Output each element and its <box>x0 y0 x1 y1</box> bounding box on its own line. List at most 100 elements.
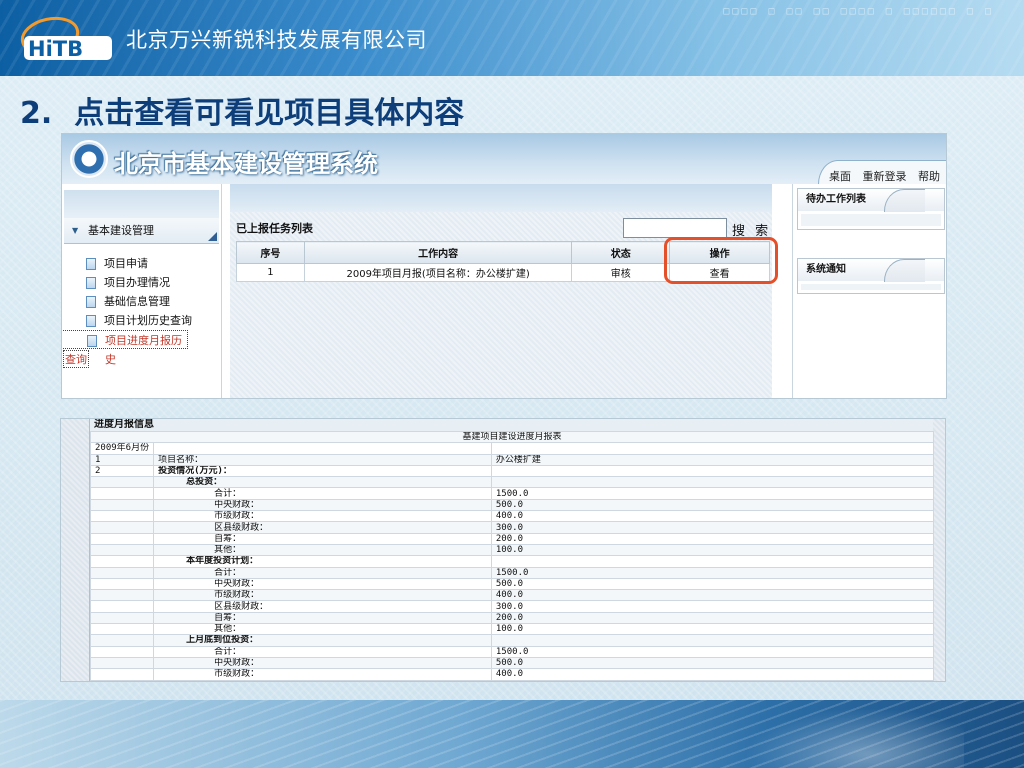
row-index-cell <box>89 589 155 602</box>
table-row: 合计： 1500.0 <box>89 566 935 579</box>
column-header-content: 工作内容 <box>303 241 573 264</box>
nav-item-wrap-text[interactable]: 查询 <box>63 350 89 368</box>
row-label: 市级财政： <box>214 511 260 522</box>
table-row: 中央财政： 500.0 <box>89 577 935 591</box>
system-header: 北京市基本建设管理系统 桌面 重新登录 帮助 <box>62 134 946 184</box>
desktop-link[interactable]: 桌面 <box>829 170 851 183</box>
table-row: 其他： 100.0 <box>89 623 935 636</box>
table-row: 市级财政： 400.0 <box>89 668 935 681</box>
nav-item-label: 项目申请 <box>104 257 148 270</box>
row-value-cell: 100.0 <box>490 623 935 636</box>
row-label-cell: 区县级财政： <box>153 600 492 613</box>
table-row: 2009年6月份 <box>89 442 935 455</box>
row-value-cell: 500.0 <box>490 498 935 512</box>
row-label: 中央财政： <box>214 579 260 589</box>
row-label: 项目名称： <box>158 454 204 465</box>
report-screenshot: 进度月报信息 基建项目建设进度月报表 2009年6月份 1 项目名称： 办公楼扩建 2 投资… <box>60 418 946 682</box>
row-label-cell: 合计： <box>153 487 492 500</box>
row-value-cell: 100.0 <box>490 543 935 557</box>
task-list-panel: 已上报任务列表 搜 索 序号 工作内容 状态 操作 1 2009年项目月报(项目… <box>230 184 772 398</box>
table-row: 中央财政： 500.0 <box>89 656 935 670</box>
heading-text: 点击查看可看见项目具体内容 <box>74 96 465 131</box>
table-row: 合计： 1500.0 <box>89 487 935 500</box>
row-label-cell <box>153 442 492 455</box>
row-index-cell <box>89 498 155 512</box>
row-value-cell <box>490 476 935 489</box>
document-icon <box>86 315 96 327</box>
relogin-link[interactable]: 重新登录 <box>863 170 907 183</box>
row-label-cell: 市级财政： <box>153 510 492 523</box>
row-label-cell: 其他： <box>153 623 492 636</box>
table-row: 2 投资情况(万元)： <box>89 464 935 478</box>
system-notice-block: 系统通知 <box>797 258 945 294</box>
row-status: 审核 <box>571 263 671 282</box>
nav-section-label: 基本建设管理 <box>88 224 154 237</box>
table-row: 其他： 100.0 <box>89 543 935 557</box>
document-icon <box>86 258 96 270</box>
svg-text:HiTB: HiTB <box>28 37 83 61</box>
row-index-cell: 2009年6月份 <box>89 442 155 455</box>
nav-item-basic-info[interactable]: 基础信息管理 <box>86 292 221 311</box>
row-label-cell: 中央财政： <box>153 577 492 591</box>
corner-triangle-icon <box>208 232 217 241</box>
row-index-cell: 1 <box>89 453 155 466</box>
nav-section-construction[interactable]: ▼ 基本建设管理 <box>64 218 219 244</box>
row-label: 自筹： <box>214 612 242 623</box>
nav-item-project-status[interactable]: 项目办理情况 <box>86 273 221 292</box>
panel-top-bar <box>230 184 772 212</box>
row-no: 1 <box>236 263 305 282</box>
highlight-annotation <box>664 237 778 284</box>
system-screenshot: 北京市基本建设管理系统 桌面 重新登录 帮助 ▼ 基本建设管理 项目申请 项目办… <box>61 133 947 399</box>
row-label: 中央财政： <box>214 658 260 669</box>
tab-system-notice[interactable]: 系统通知 <box>798 259 944 282</box>
row-label-cell: 本年度投资计划： <box>153 555 492 568</box>
nav-item-label: 项目计划历史查询 <box>104 314 192 327</box>
row-value-cell <box>490 634 935 647</box>
row-value-cell: 400.0 <box>490 589 935 602</box>
table-row: 中央财政： 500.0 <box>89 498 935 512</box>
row-label-cell: 中央财政： <box>153 656 492 670</box>
row-value-cell: 办公楼扩建 <box>490 453 935 466</box>
row-label-cell: 区县级财政： <box>153 521 492 534</box>
search-input[interactable] <box>623 218 727 238</box>
row-index-cell <box>89 487 155 500</box>
table-row: 总投资： <box>89 476 935 489</box>
slide-footer <box>0 700 1024 768</box>
row-index-cell <box>89 543 155 557</box>
document-icon <box>86 296 96 308</box>
row-value-cell: 500.0 <box>490 577 935 591</box>
table-row: 市级财政： 400.0 <box>89 589 935 602</box>
beijing-emblem-icon <box>70 140 108 178</box>
row-label-cell: 合计： <box>153 566 492 579</box>
row-label: 市级财政： <box>214 590 260 601</box>
task-list-title: 已上报任务列表 <box>236 222 313 235</box>
row-index-cell <box>89 623 155 636</box>
help-link[interactable]: 帮助 <box>918 170 940 183</box>
nav-item-plan-history[interactable]: 项目计划历史查询 <box>86 311 221 330</box>
table-row: 基建项目建设进度月报表 <box>90 430 934 444</box>
table-row: 自筹： 200.0 <box>89 611 935 625</box>
banner-decoration: □□□□ □ □□ □□ □□□□ □ □□□□□□ □ □ <box>723 6 994 17</box>
table-row: 区县级财政： 300.0 <box>89 521 935 534</box>
report-panel: 进度月报信息 基建项目建设进度月报表 2009年6月份 1 项目名称： 办公楼扩建 2 投资… <box>89 419 935 681</box>
row-index-cell <box>89 634 155 647</box>
row-label: 其他： <box>214 624 242 635</box>
row-label: 市级财政： <box>214 669 260 680</box>
row-label-cell: 投资情况(万元)： <box>153 464 492 478</box>
row-index-cell <box>89 532 155 545</box>
row-index-cell <box>89 476 155 489</box>
tab-pending-work[interactable]: 待办工作列表 <box>798 189 944 212</box>
nav-item-project-apply[interactable]: 项目申请 <box>86 254 221 273</box>
nav-item-progress-history[interactable]: 项目进度月报历史 <box>62 330 188 366</box>
row-label: 中央财政： <box>214 499 260 510</box>
row-value-cell: 300.0 <box>490 600 935 613</box>
report-section-title: 进度月报信息 <box>90 419 933 431</box>
nav-item-label: 项目进度月报历史 <box>105 334 182 366</box>
row-value-cell <box>490 555 935 568</box>
report-table-title: 基建项目建设进度月报表 <box>90 430 934 444</box>
row-index-cell <box>89 577 155 591</box>
nav-item-label: 基础信息管理 <box>104 295 170 308</box>
row-label-cell: 市级财政： <box>153 589 492 602</box>
table-row: 自筹： 200.0 <box>89 532 935 545</box>
company-name: 北京万兴新锐科技发展有限公司 <box>126 28 427 52</box>
